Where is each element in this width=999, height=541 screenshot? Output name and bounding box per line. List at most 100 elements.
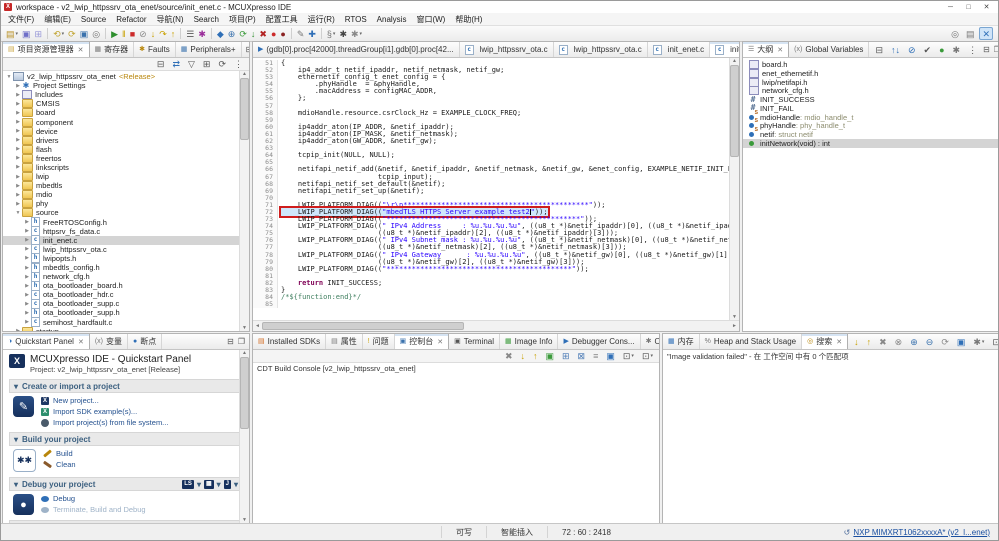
menu-rtos[interactable]: RTOS <box>340 15 372 24</box>
collapse-all-icon[interactable]: ⊟ <box>873 44 885 56</box>
expand-arrow-icon[interactable]: ▶ <box>14 119 22 125</box>
filters-icon[interactable]: ✱ ▾ <box>971 336 986 348</box>
tab-faults[interactable]: ✱ Faults <box>134 42 176 57</box>
tab--[interactable]: ▦ 内存 <box>663 334 700 349</box>
disconnect-icon[interactable]: ⊘ <box>137 28 149 40</box>
expand-arrow-icon[interactable]: ▶ <box>14 183 22 189</box>
target-device-link[interactable]: NXP MIMXRT1062xxxxA* (v2_l...enet) <box>853 528 990 537</box>
tab--[interactable]: ▣ 控制台 ✕ <box>394 334 450 349</box>
outline-item[interactable]: # INIT_SUCCESS <box>743 95 998 104</box>
tree-item[interactable]: ▶ mdio <box>3 190 249 200</box>
history-icon[interactable]: ⊡ <box>990 336 998 348</box>
tree-item[interactable]: ▶ device <box>3 126 249 136</box>
attach-debug-icon[interactable]: ● <box>278 28 287 40</box>
outline-item[interactable]: # INIT_FAIL <box>743 104 998 113</box>
step-over-icon[interactable]: ↷ <box>157 28 169 40</box>
expand-arrow-icon[interactable]: ▶ <box>23 265 31 271</box>
resume-icon[interactable]: ▶ <box>109 28 120 40</box>
expand-arrow-icon[interactable]: ▶ <box>23 246 31 252</box>
expand-arrow-icon[interactable]: ▶ <box>14 110 22 116</box>
tree-item[interactable]: ▶ ✱ Project Settings <box>3 81 249 90</box>
minimize-panel-icon[interactable]: ⊟ <box>983 45 990 54</box>
menu-source[interactable]: Source <box>76 15 111 24</box>
project-tree[interactable]: ▼ v2_lwip_httpssrv_ota_enet <Release> ▶ ✱ Pr… <box>3 71 249 331</box>
code-line[interactable]: 56 }; <box>253 95 739 103</box>
outline-item[interactable]: SmdioHandle : mdio_handle_t <box>743 110 998 122</box>
search-results-area[interactable] <box>663 363 998 523</box>
dropdown-arrow-icon[interactable]: ▾ <box>197 480 201 489</box>
minimize-button[interactable]: ─ <box>942 2 959 13</box>
tree-item[interactable]: ▶ freertos <box>3 153 249 163</box>
tree-item[interactable]: ▶ linkscripts <box>3 162 249 172</box>
quickstart-scrollbar[interactable]: ▲ ▼ <box>239 350 249 523</box>
tree-item[interactable]: ▶ c semihost_hardfault.c <box>3 317 249 328</box>
pin-icon[interactable]: ✚ <box>306 28 318 40</box>
step-into-icon[interactable]: ↓ <box>149 28 158 40</box>
run-again-icon[interactable]: ⟳ <box>939 336 951 348</box>
show-next-icon[interactable]: ↓ <box>518 350 527 362</box>
next-match-icon[interactable]: ↓ <box>852 336 861 348</box>
expand-arrow-icon[interactable]: ▼ <box>14 210 22 216</box>
code-line[interactable]: 84/*${function:end}*/ <box>253 293 739 302</box>
redo-icon[interactable]: ⟳ <box>66 28 78 40</box>
expand-all-icon[interactable]: ⊕ <box>908 336 920 348</box>
annotations-icon[interactable]: § ▾ <box>325 28 338 40</box>
code-line[interactable]: 58 mdioHandle.resource.csrClock_Hz = EXA… <box>253 109 739 117</box>
hide-static-icon[interactable]: ✔ <box>922 44 934 56</box>
display-selected-icon[interactable]: ⊡ ▾ <box>621 350 636 362</box>
grid-view-icon[interactable]: ⊞ <box>201 58 213 70</box>
remove-match-icon[interactable]: ✖ <box>877 336 889 348</box>
menu-f[interactable]: 文件(F) <box>3 14 39 25</box>
close-tab-icon[interactable]: ✕ <box>437 338 443 346</box>
step-return-icon[interactable]: ↑ <box>169 28 178 40</box>
word-wrap-icon[interactable]: ▣ <box>543 350 556 362</box>
refresh-icon[interactable]: ⟳ <box>237 28 249 40</box>
link-import-sdk-example-s-[interactable]: X Import SDK example(s)... <box>41 407 168 416</box>
expand-arrow-icon[interactable]: ▶ <box>14 101 22 107</box>
expand-arrow-icon[interactable]: ▶ <box>23 319 31 325</box>
menu-p[interactable]: 项目(P) <box>224 14 261 25</box>
tab--[interactable]: ● 断点 <box>128 334 163 349</box>
link-import-project-s-from-file-system-[interactable]: Import project(s) from file system... <box>41 418 168 427</box>
tree-item[interactable]: ▶ board <box>3 108 249 118</box>
tab-quickstart-panel[interactable]: ◑ Quickstart Panel ✕ <box>3 334 90 349</box>
console-output[interactable] <box>253 375 659 523</box>
outline-item[interactable]: initNetwork(void) : int <box>743 139 998 148</box>
close-tab-icon[interactable]: ✕ <box>78 338 84 346</box>
filter-icon[interactable]: ▽ <box>186 58 197 70</box>
link-new-project-[interactable]: X New project... <box>41 396 168 405</box>
code-line[interactable]: 82 return INIT_SUCCESS; <box>253 279 739 287</box>
tab--gdb-0-proc-42000-threadgroup-i1-gdb-0-proc-42-[interactable]: ▶ (gdb[0].proc[42000].threadGroup[i1].gdb… <box>253 42 460 57</box>
editor-hscrollbar[interactable]: ◄ ► <box>253 320 739 331</box>
save-icon[interactable]: ▣ <box>20 28 33 40</box>
link-debug[interactable]: Debug <box>41 494 146 503</box>
code-line[interactable]: 64 tcpip_init(NULL, NULL); <box>253 152 739 160</box>
tree-item[interactable]: ▼ v2_lwip_httpssrv_ota_enet <Release> <box>3 72 249 82</box>
tab-heap-and-stack-usage[interactable]: % Heap and Stack Usage <box>700 334 803 349</box>
link-build[interactable]: Build <box>43 449 76 458</box>
menu-search[interactable]: Search <box>189 15 224 24</box>
tab--[interactable]: ▦ 寄存器 <box>90 42 135 57</box>
tab--[interactable]: ☰ 大纲 ✕ <box>743 42 790 57</box>
open-console-icon[interactable]: ▣ <box>78 28 91 40</box>
link-clean[interactable]: Clean <box>42 460 76 469</box>
tab-installed-sdks[interactable]: ▤ Installed SDKs <box>253 334 327 349</box>
minimize-panel-icon[interactable]: ⊟ <box>246 45 249 54</box>
c-cpp-perspective-icon[interactable]: ✕ <box>979 27 993 40</box>
menu-r[interactable]: 运行(R) <box>303 14 340 25</box>
section-header-debug-your-project[interactable]: ▾ Debug your project LS ▾ ▦ ▾ J ▾ <box>9 477 243 491</box>
pin-console-icon[interactable]: ▣ <box>604 350 617 362</box>
probe-debug-button[interactable]: ▦ <box>203 479 214 489</box>
tree-item[interactable]: ▶ phy <box>3 199 249 209</box>
expand-arrow-icon[interactable]: ▶ <box>14 146 22 152</box>
expand-arrow-icon[interactable]: ▶ <box>23 255 31 261</box>
tree-item[interactable]: ▶ startup <box>3 326 249 331</box>
erase-flash-icon[interactable]: ✖ <box>257 28 269 40</box>
tab--[interactable]: ▤ 属性 <box>326 334 363 349</box>
section-header-create-or-import-a-project[interactable]: ▾ Create or import a project <box>9 379 243 393</box>
menu-[interactable]: 配置工具 <box>261 14 303 25</box>
maximize-button[interactable]: □ <box>960 2 977 13</box>
menu-n[interactable]: 导航(N) <box>151 14 188 25</box>
new-c-project-icon[interactable]: ◆ <box>215 28 226 40</box>
tab-terminal[interactable]: ▣ Terminal <box>449 334 501 349</box>
